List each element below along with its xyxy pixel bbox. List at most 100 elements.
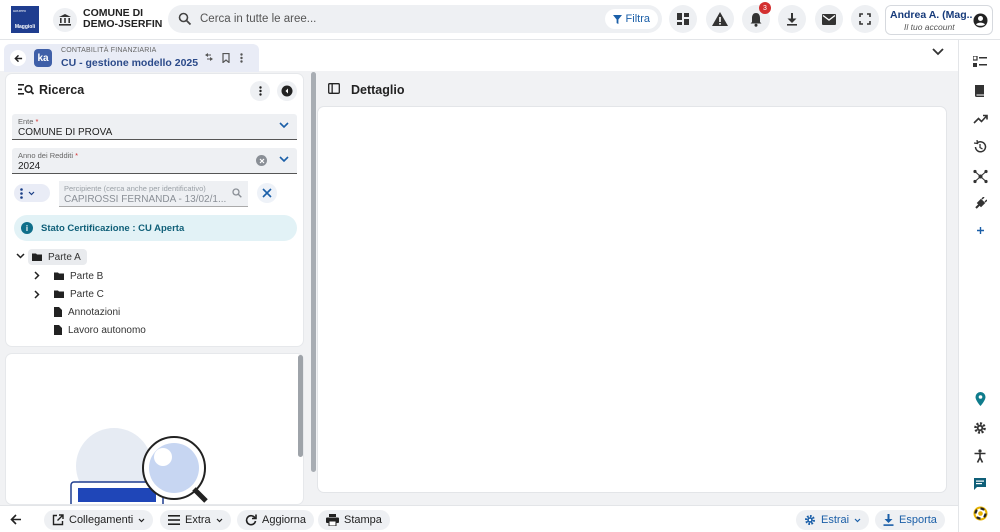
menu-icon (168, 515, 180, 525)
folder-icon (54, 290, 64, 298)
fullscreen-button[interactable] (851, 5, 879, 33)
ente-value: COMUNE DI PROVA (18, 127, 113, 138)
settings-button[interactable] (972, 420, 988, 436)
esporta-button[interactable]: Esporta (875, 510, 945, 530)
tab-row: ka CONTABILITÀ FINANZIARIA CU - gestione… (0, 40, 958, 72)
plus-icon (976, 226, 984, 234)
aggiorna-button[interactable]: Aggiorna (237, 510, 315, 530)
list-view-button[interactable] (972, 54, 988, 70)
clear-percipiente-button[interactable] (257, 183, 277, 203)
detail-panel (318, 107, 946, 492)
sidebar-toggle-icon[interactable] (328, 83, 340, 94)
chevron-down-icon (138, 518, 145, 522)
clear-button[interactable] (256, 155, 267, 166)
notifications-button[interactable]: 3 (742, 2, 771, 33)
percipiente-options-button[interactable] (14, 184, 50, 202)
comune-name[interactable]: COMUNE DI DEMO-JSERFIN (83, 8, 162, 30)
status-text: Stato Certificazione : CU Aperta (41, 223, 185, 234)
chevron-right-icon[interactable] (34, 271, 40, 280)
percipiente-field[interactable]: Percipiente (cerca anche per identificat… (59, 181, 248, 207)
user-account-button[interactable]: Andrea A. (Mag... Il tuo account (885, 5, 993, 35)
panel-scrollbar[interactable] (298, 355, 303, 457)
filter-button[interactable]: Filtra (604, 9, 658, 29)
plugins-button[interactable] (972, 196, 988, 212)
collegamenti-button[interactable]: Collegamenti (44, 510, 154, 530)
fullscreen-icon (859, 13, 871, 25)
plug-icon (975, 197, 987, 209)
location-pin-icon (975, 392, 985, 406)
percipiente-value: CAPIROSSI FERNANDA - 13/02/1... (64, 194, 227, 205)
close-icon (262, 188, 272, 198)
downloads-button[interactable] (778, 5, 806, 33)
folder-icon (54, 272, 64, 280)
file-icon (54, 307, 62, 317)
ricerca-menu-button[interactable] (250, 81, 270, 101)
alerts-button[interactable] (706, 5, 734, 33)
status-banner: i Stato Certificazione : CU Aperta (14, 215, 297, 241)
ente-select[interactable]: Ente * COMUNE DI PROVA (12, 114, 297, 140)
back-button[interactable] (10, 50, 26, 66)
percipiente-label: Percipiente (cerca anche per identificat… (64, 184, 206, 193)
open-in-new-icon (52, 514, 64, 526)
history-icon (973, 140, 987, 153)
panel-splitter[interactable] (311, 72, 316, 472)
support-button[interactable] (972, 505, 988, 521)
tree-node-parte-b[interactable]: Parte B (54, 268, 103, 284)
accessibility-button[interactable] (972, 448, 988, 464)
stampa-button[interactable]: Stampa (318, 510, 390, 530)
location-button[interactable] (972, 391, 988, 407)
add-button[interactable] (972, 222, 988, 238)
trending-up-icon (972, 114, 988, 124)
institution-icon (59, 14, 71, 26)
printer-icon (326, 514, 339, 526)
search-icon (178, 12, 192, 26)
chevron-down-icon (854, 518, 861, 522)
search-input[interactable]: Cerca in tutte le aree... (200, 13, 316, 25)
bookmark-icon[interactable] (222, 53, 230, 63)
hub-button[interactable] (972, 168, 988, 184)
refresh-icon (245, 514, 257, 526)
chevron-down-icon[interactable] (16, 253, 25, 259)
tree-node-parte-a[interactable]: Parte A (28, 249, 87, 265)
docs-button[interactable] (972, 83, 988, 99)
dashboard-button[interactable] (669, 5, 697, 33)
tree-node-parte-c[interactable]: Parte C (54, 286, 104, 302)
maggioli-logo: GRUPPO Maggioli (11, 6, 39, 33)
tab-menu-icon[interactable] (240, 53, 243, 63)
anno-value: 2024 (18, 161, 41, 172)
history-button[interactable] (972, 139, 988, 155)
bottom-toolbar: Collegamenti Extra Aggiorna Stampa Estra… (0, 505, 958, 532)
extra-button[interactable]: Extra (160, 510, 231, 530)
chat-button[interactable] (972, 476, 988, 492)
global-search[interactable]: Cerca in tutte le aree... Filtra (168, 5, 662, 33)
home-button[interactable] (53, 8, 77, 32)
anno-redditi-select[interactable]: Anno dei Redditi * 2024 (12, 148, 297, 174)
accessibility-icon (974, 449, 986, 463)
tab-cu-gestione[interactable]: ka CONTABILITÀ FINANZIARIA CU - gestione… (4, 44, 259, 72)
right-rail (958, 40, 1000, 532)
gear-icon (805, 515, 815, 525)
anno-label: Anno dei Redditi (18, 151, 74, 160)
ricerca-collapse-button[interactable] (277, 81, 297, 101)
list-icon (973, 56, 987, 67)
chevron-right-icon[interactable] (34, 290, 40, 299)
trends-button[interactable] (972, 111, 988, 127)
top-bar: GRUPPO Maggioli COMUNE DI DEMO-JSERFIN Ce… (0, 0, 1000, 40)
module-icon: ka (34, 49, 52, 67)
estrai-button[interactable]: Estrai (796, 510, 870, 530)
tree-node-lavoro-autonomo[interactable]: Lavoro autonomo (54, 322, 146, 338)
mail-icon (822, 13, 836, 25)
download-icon (883, 514, 894, 526)
tab-supertitle: CONTABILITÀ FINANZIARIA (61, 47, 157, 54)
tree-node-annotazioni[interactable]: Annotazioni (54, 304, 120, 320)
tab-switch-icon[interactable] (205, 53, 213, 61)
chevron-down-icon[interactable] (932, 48, 944, 56)
arrow-left-icon (13, 54, 22, 62)
required-mark: * (75, 151, 79, 160)
search-illustration (70, 428, 208, 504)
user-name: Andrea A. (Mag... (890, 9, 972, 21)
arrow-left-icon[interactable] (10, 514, 22, 525)
file-icon (54, 325, 62, 335)
messages-button[interactable] (815, 5, 843, 33)
search-list-icon (18, 84, 34, 95)
